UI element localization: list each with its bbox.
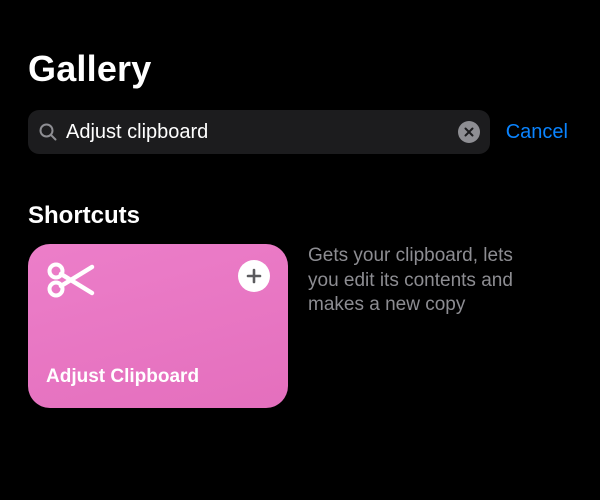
shortcut-card[interactable]: Adjust Clipboard bbox=[28, 244, 288, 408]
clear-search-button[interactable] bbox=[458, 121, 480, 143]
scissors-icon bbox=[46, 260, 98, 300]
search-field[interactable] bbox=[28, 110, 490, 154]
result-row: Adjust Clipboard Gets your clipboard, le… bbox=[28, 244, 572, 408]
card-title: Adjust Clipboard bbox=[46, 366, 270, 392]
cancel-button[interactable]: Cancel bbox=[506, 121, 572, 144]
add-shortcut-button[interactable] bbox=[238, 260, 270, 292]
card-top bbox=[46, 260, 270, 300]
section-header: Shortcuts bbox=[28, 154, 572, 244]
search-row: Cancel bbox=[28, 110, 572, 154]
result-description: Gets your clipboard, lets you edit its c… bbox=[308, 244, 538, 318]
search-input[interactable] bbox=[66, 121, 450, 144]
search-icon bbox=[38, 122, 58, 142]
page-title: Gallery bbox=[28, 0, 572, 110]
